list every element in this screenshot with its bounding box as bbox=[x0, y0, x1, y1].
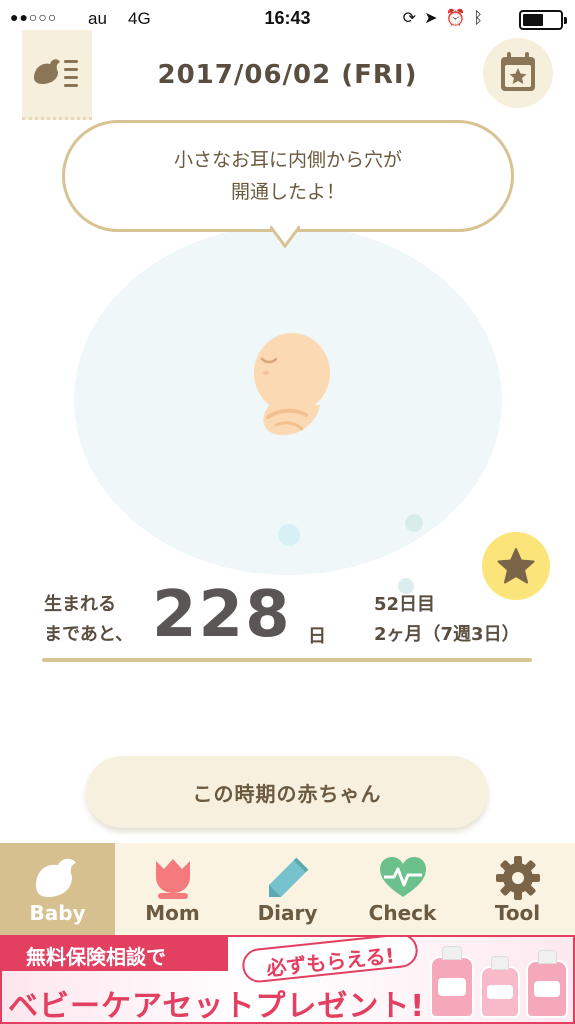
message-text: 小さなお耳に内側から穴が 開通したよ！ bbox=[173, 149, 402, 203]
calendar-button[interactable] bbox=[483, 38, 553, 108]
tulip-icon bbox=[155, 859, 190, 899]
tab-label: Baby bbox=[29, 901, 86, 925]
pregnancy-week: 2ヶ月（7週3日） bbox=[374, 624, 520, 645]
days-unit: 日 bbox=[308, 626, 326, 647]
tab-bar: Baby Mom Diary Check Tool bbox=[0, 843, 575, 935]
ad-headline: 無料保険相談で bbox=[2, 937, 228, 971]
bubble-decoration bbox=[278, 524, 300, 546]
tab-label: Tool bbox=[494, 901, 541, 925]
product-bottle-image bbox=[430, 946, 474, 1018]
ad-banner[interactable]: 無料保険相談で 必ずもらえる! ベビーケアセットプレゼント! bbox=[0, 935, 575, 1024]
bubble-tail bbox=[270, 226, 300, 248]
bird-list-icon bbox=[34, 59, 78, 87]
baby-this-period-button[interactable]: この時期の赤ちゃん bbox=[86, 756, 488, 828]
divider bbox=[42, 658, 532, 662]
ad-main-text: ベビーケアセットプレゼント! bbox=[8, 989, 426, 1024]
rotation-lock-icon: ⟳ bbox=[402, 10, 425, 27]
bluetooth-icon: ᛒ bbox=[473, 10, 491, 27]
fetus-image bbox=[254, 333, 330, 436]
star-icon bbox=[497, 548, 535, 584]
message-bubble: 小さなお耳に内側から穴が 開通したよ！ bbox=[62, 120, 514, 232]
tab-tool[interactable]: Tool bbox=[460, 843, 575, 935]
calendar-star-icon bbox=[501, 52, 535, 91]
tab-label: Mom bbox=[145, 901, 200, 925]
tab-baby[interactable]: Baby bbox=[0, 843, 115, 935]
battery-icon bbox=[519, 10, 567, 30]
tab-mom[interactable]: Mom bbox=[115, 843, 230, 935]
countdown-label: 生まれる まであと、 bbox=[44, 594, 134, 645]
days-elapsed: 52日目 bbox=[374, 594, 436, 615]
menu-button[interactable] bbox=[22, 30, 92, 120]
page-title-date: 2017/06/02 (FRI) bbox=[157, 60, 418, 90]
pencil-icon bbox=[268, 857, 308, 897]
gear-icon bbox=[495, 856, 540, 900]
tab-label: Diary bbox=[257, 901, 318, 925]
favorite-button[interactable] bbox=[482, 532, 550, 600]
alarm-icon: ⏰ bbox=[445, 10, 474, 27]
bubble-decoration bbox=[405, 514, 423, 532]
tab-diary[interactable]: Diary bbox=[230, 843, 345, 935]
days-left-count: 228 bbox=[152, 578, 292, 652]
bird-icon bbox=[35, 858, 76, 897]
heart-pulse-icon bbox=[379, 857, 426, 897]
battery-fill bbox=[523, 14, 543, 26]
product-bottle-image bbox=[480, 956, 520, 1018]
product-bottle-image bbox=[526, 950, 568, 1018]
tab-check[interactable]: Check bbox=[345, 843, 460, 935]
tab-label: Check bbox=[368, 901, 437, 925]
status-icons: ⟳➤⏰ᛒ bbox=[403, 8, 491, 28]
location-icon: ➤ bbox=[424, 10, 446, 27]
